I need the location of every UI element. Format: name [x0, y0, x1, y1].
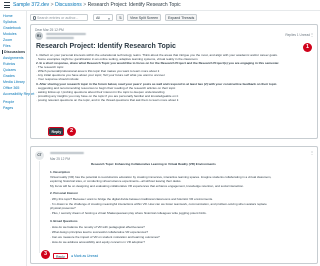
view-split-screen-button[interactable]: View Split Screen: [127, 14, 162, 21]
course-navigation: Home Syllabus Gradebook Modules Zoom Fil…: [0, 11, 34, 266]
reply-line: 3. Broad Questions: [50, 219, 78, 223]
topic-meta: Dear Mar 25 12:PM: [35, 27, 64, 32]
sidebar-item-home[interactable]: Home: [3, 14, 13, 18]
sidebar-item-grades[interactable]: Grades: [3, 74, 15, 78]
sidebar-item-office-365[interactable]: Office 365: [3, 86, 19, 90]
annotation-highlight-2: [48, 127, 64, 136]
mark-as-unread-link[interactable]: ● Mark as Unread: [71, 254, 98, 258]
annotation-badge-2: 2: [67, 127, 76, 136]
sidebar-item-syllabus[interactable]: Syllabus: [3, 20, 17, 24]
breadcrumb-discussions[interactable]: Discussions: [55, 2, 82, 8]
sidebar-item-gradebook[interactable]: Gradebook: [3, 26, 21, 30]
discussion-page: Sample 372.dev > Discussions > Research Proj…: [0, 0, 320, 266]
more-options-icon[interactable]: ⋮: [310, 32, 314, 37]
hamburger-menu-icon[interactable]: [4, 2, 10, 8]
search-input[interactable]: Search entries or author...: [30, 14, 88, 21]
topic-line: · Your response should include:: [36, 77, 80, 81]
top-header: Sample 372.dev > Discussions > Research Proj…: [0, 0, 320, 11]
sort-arrows-icon: ⇅: [119, 16, 123, 21]
reply-line: · I'm drawn to the challenge of creating…: [50, 202, 267, 206]
sort-button[interactable]: ⇅: [116, 14, 124, 21]
reply-to-post-button[interactable]: Reply: [53, 253, 68, 259]
thread-line: [39, 161, 40, 253]
redacted-author-name: [46, 33, 86, 36]
reply-post: CT Mar 25 12 PM ⋮ Research Topic: Enhanc…: [30, 146, 318, 264]
expand-threads-button[interactable]: Expand Threads: [165, 14, 198, 21]
sidebar-item-pages[interactable]: Pages: [3, 106, 13, 110]
sidebar-item-files[interactable]: Files: [3, 44, 11, 48]
more-options-icon[interactable]: ⋮: [310, 150, 314, 155]
topic-author-row: R1 Replies 1 Unread ⋮: [35, 32, 315, 41]
breadcrumb-separator-icon: >: [50, 2, 54, 8]
sidebar-item-media-library[interactable]: Media Library: [3, 80, 25, 84]
annotation-badge-1: 1: [303, 43, 312, 52]
redacted-author-name: [50, 152, 84, 155]
search-icon: [32, 16, 36, 20]
reply-count: Replies 1 Unread: [285, 33, 310, 37]
sidebar-item-assignments[interactable]: Assignments: [3, 56, 24, 60]
redacted-author-role: [46, 37, 74, 40]
topic-line: · posing relevant questions on the topic…: [36, 98, 179, 102]
discussion-toolbar: Search entries or author... All ▼ ⇅ View…: [30, 14, 318, 22]
sidebar-item-zoom[interactable]: Zoom: [3, 38, 12, 42]
reply-line: · Plus, I secretly dream of hosting a vi…: [50, 211, 207, 215]
reply-topic-title: Research Topic: Enhancing Collaborative …: [91, 162, 216, 166]
avatar: R1: [35, 32, 43, 40]
breadcrumb-course[interactable]: Sample 372.dev: [13, 2, 49, 8]
reply-line: My focus will be on designing and evalua…: [50, 184, 244, 188]
sidebar-item-people[interactable]: People: [3, 100, 14, 104]
reply-line: 2. Personal Interest: [50, 191, 78, 195]
reply-line: · How do we address accessibility and eq…: [50, 240, 145, 244]
annotation-badge-3: 3: [41, 250, 50, 259]
topic-title: Research Project: Identify Research Topi…: [36, 43, 176, 50]
breadcrumb-separator-icon: >: [83, 2, 87, 8]
topic-post: Dear Mar 25 12:PM R1 Replies 1 Unread ⋮ …: [30, 24, 318, 139]
sidebar-item-modules[interactable]: Modules: [3, 32, 17, 36]
mark-as-unread-label: Mark as Unread: [74, 254, 99, 258]
sidebar-item-quizzes[interactable]: Quizzes: [3, 68, 16, 72]
chevron-down-icon: ▼: [107, 16, 111, 21]
topic-line: 2. In a short response, share what Resea…: [36, 61, 280, 65]
filter-value: All: [96, 16, 100, 21]
filter-select[interactable]: All ▼: [93, 14, 113, 21]
search-placeholder: Search entries or author...: [37, 16, 79, 21]
breadcrumb-current: Research Project: Identify Research Topi…: [87, 2, 181, 8]
breadcrumb: Sample 372.dev > Discussions > Research Proj…: [13, 2, 181, 8]
sidebar-item-discussions[interactable]: Discussions: [2, 50, 25, 54]
reply-date: Mar 25 12 PM: [50, 157, 71, 161]
sidebar-item-rubrics[interactable]: Rubrics: [3, 62, 15, 66]
avatar: CT: [35, 151, 44, 160]
